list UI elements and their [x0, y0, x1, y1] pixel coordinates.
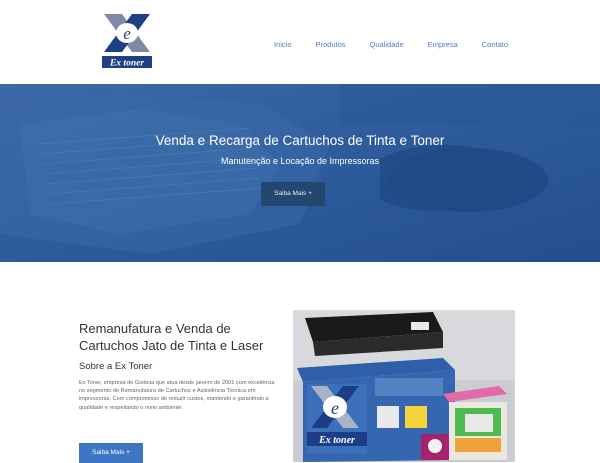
- nav-contato[interactable]: Contato: [470, 36, 520, 53]
- about-subheading: Sobre a Ex Toner: [79, 361, 153, 372]
- nav-empresa[interactable]: Empresa: [416, 36, 470, 53]
- about-paragraph: Ex Toner, empresa de Goiânia que atua de…: [79, 380, 275, 411]
- box-logo-wordmark: Ex toner: [318, 435, 355, 446]
- hero-background-image: [0, 84, 600, 262]
- nav-inicio[interactable]: Inicio: [262, 36, 304, 53]
- svg-text:e: e: [123, 24, 131, 43]
- hero-title: Venda e Recarga de Cartuchos de Tinta e …: [155, 133, 445, 148]
- about-section: Remanufatura e Venda de Cartuchos Jato d…: [0, 262, 600, 463]
- nav-produtos[interactable]: Produtos: [304, 36, 358, 53]
- svg-text:e: e: [331, 398, 339, 418]
- hero-saiba-mais-button[interactable]: Saiba Mais +: [261, 182, 325, 206]
- nav-qualidade[interactable]: Qualidade: [358, 36, 416, 53]
- about-heading: Remanufatura e Venda de Cartuchos Jato d…: [79, 321, 264, 353]
- main-nav: Inicio Produtos Qualidade Empresa Contat…: [262, 36, 520, 53]
- site-header: e Ex toner Inicio Produtos Qualidade Emp…: [0, 0, 600, 84]
- hero-subtitle: Manutenção e Locação de Impressoras: [220, 156, 380, 166]
- ex-toner-logo[interactable]: e Ex toner: [100, 12, 154, 70]
- logo-wordmark: Ex toner: [109, 59, 144, 69]
- products-photo: e Ex toner: [293, 310, 515, 462]
- hero-banner: Venda e Recarga de Cartuchos de Tinta e …: [0, 84, 600, 262]
- about-saiba-mais-button[interactable]: Saiba Mais +: [79, 443, 143, 463]
